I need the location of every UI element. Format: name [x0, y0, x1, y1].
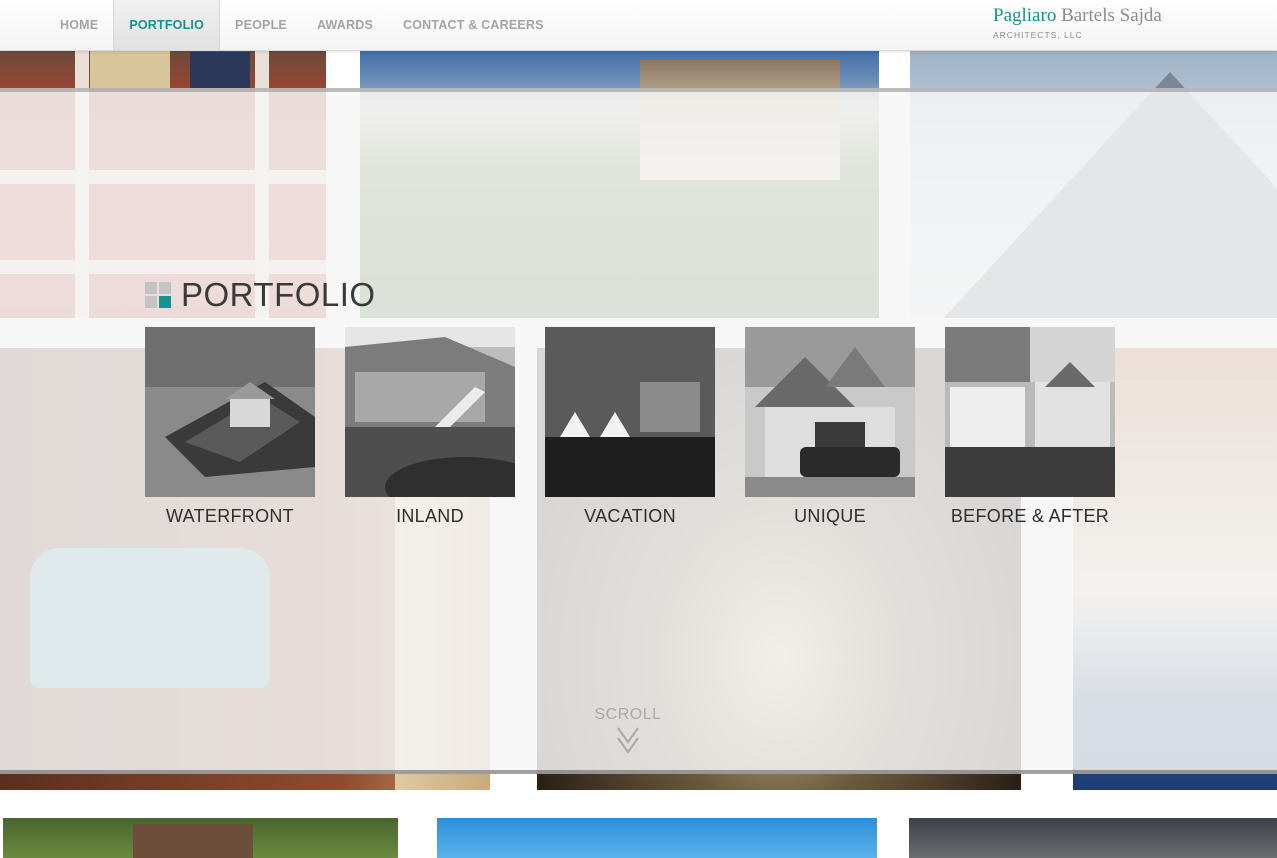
nav-contact-careers[interactable]: CONTACT & CAREERS [388, 0, 559, 50]
background-photo-cottage [3, 818, 398, 858]
vacation-thumbnail[interactable] [545, 327, 715, 497]
nav-people[interactable]: PEOPLE [220, 0, 302, 50]
category-label: WATERFRONT [166, 506, 294, 526]
logo-name-part1: Pagliaro [993, 5, 1057, 26]
category-vacation[interactable]: VACATION [545, 327, 715, 527]
category-label: UNIQUE [794, 506, 866, 526]
logo-subtitle: ARCHITECTS, LLC [993, 30, 1083, 40]
top-navigation-bar: HOME PORTFOLIO PEOPLE AWARDS CONTACT & C… [0, 0, 1277, 51]
waterfront-thumbnail[interactable] [145, 327, 315, 497]
background-photo-sky [437, 818, 877, 858]
inland-thumbnail[interactable] [345, 327, 515, 497]
category-unique[interactable]: UNIQUE [745, 327, 915, 527]
nav-home[interactable]: HOME [45, 0, 113, 50]
category-label: BEFORE & AFTER [950, 506, 1110, 526]
main-nav: HOME PORTFOLIO PEOPLE AWARDS CONTACT & C… [45, 0, 559, 50]
portfolio-heading: PORTFOLIO [145, 276, 376, 314]
nav-portfolio[interactable]: PORTFOLIO [113, 0, 221, 50]
category-waterfront[interactable]: WATERFRONT [145, 327, 315, 527]
page-title: PORTFOLIO [181, 276, 376, 313]
logo-wordmark: Pagliaro Bartels Sajda [993, 5, 1162, 27]
scroll-down-button[interactable]: SCROLL [578, 706, 678, 754]
logo-name-part2: Bartels Sajda [1061, 5, 1162, 26]
category-inland[interactable]: INLAND [345, 327, 515, 527]
four-squares-icon [145, 282, 171, 308]
background-photo-modern-house [909, 818, 1277, 858]
before-after-thumbnail[interactable] [945, 327, 1115, 497]
category-before-after[interactable]: BEFORE & AFTER [945, 327, 1115, 527]
unique-thumbnail[interactable] [745, 327, 915, 497]
scroll-label: SCROLL [594, 706, 662, 723]
category-label: VACATION [584, 506, 676, 526]
double-chevron-down-icon [617, 727, 639, 754]
site-logo[interactable]: Pagliaro Bartels Sajda ARCHITECTS, LLC [993, 5, 1162, 40]
category-label: INLAND [396, 506, 464, 526]
nav-awards[interactable]: AWARDS [302, 0, 388, 50]
